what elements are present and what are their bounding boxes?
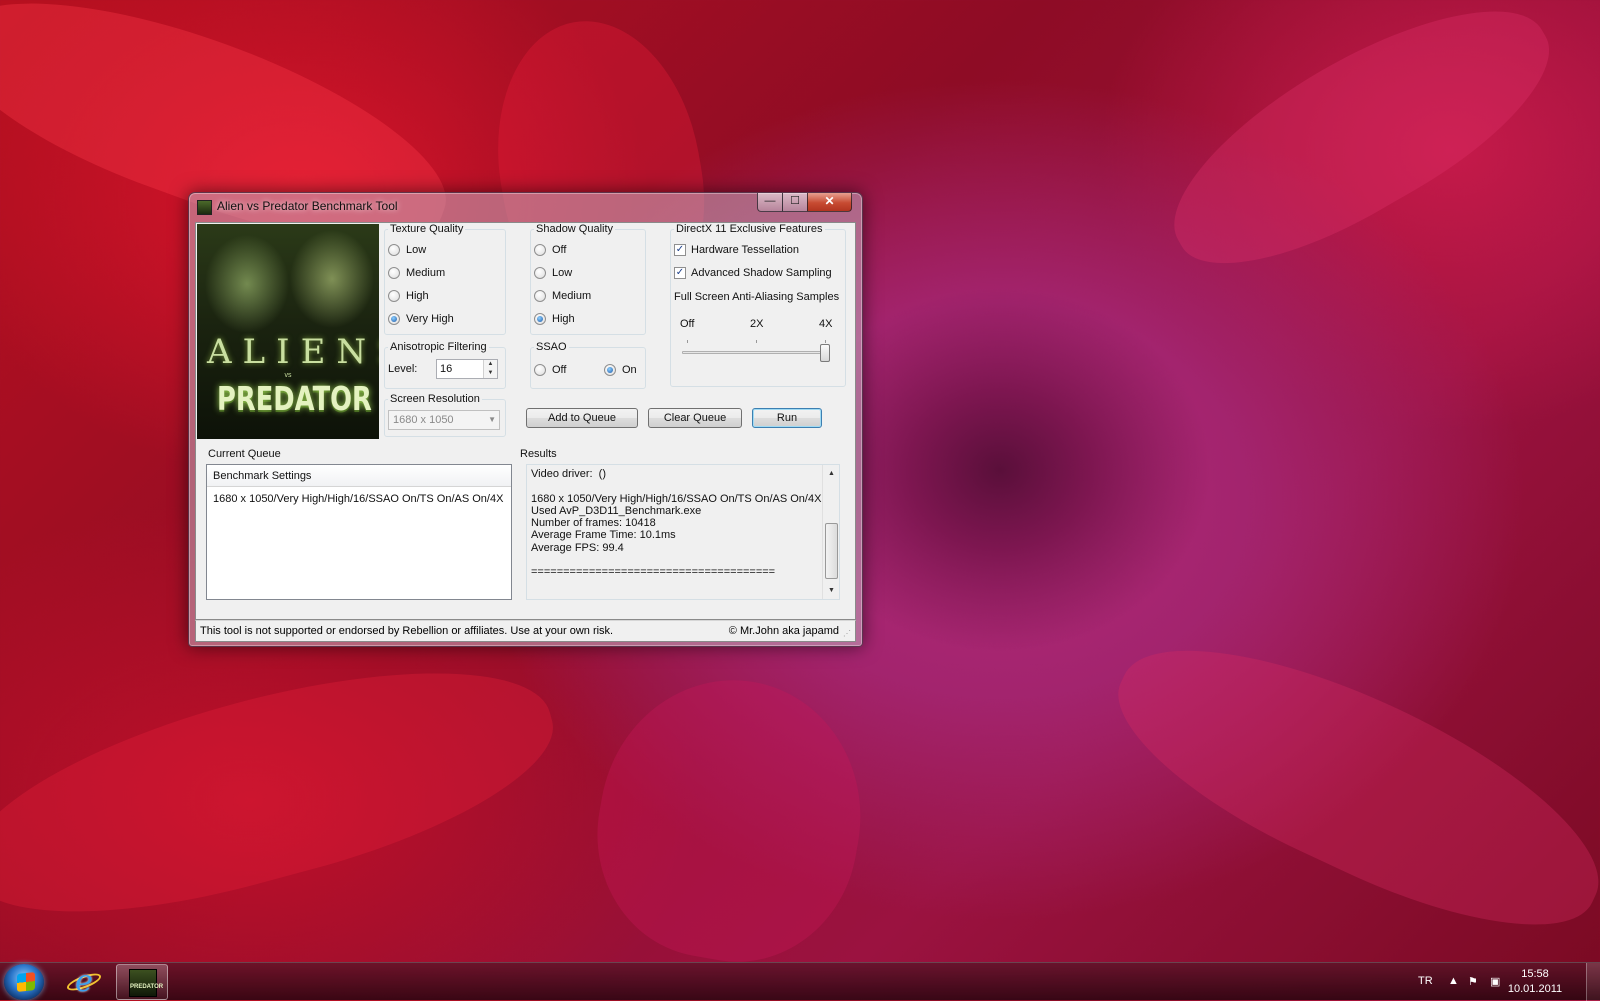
spin-up-icon[interactable]: ▲ [484, 360, 497, 369]
cover-title-vs: vs [284, 372, 292, 379]
radio-indicator [534, 290, 546, 303]
cover-title-predator: PREDATOR [217, 379, 372, 418]
anisotropic-title: Anisotropic Filtering [388, 341, 489, 353]
run-button[interactable]: Run [752, 408, 822, 428]
wallpaper-petal [0, 625, 574, 955]
texture-option-low[interactable]: Low [388, 244, 426, 257]
spinner-buttons: ▲ ▼ [483, 360, 497, 378]
wallpaper-petal [577, 659, 883, 981]
ssao-option-off[interactable]: Off [534, 364, 566, 377]
ssao-option-on[interactable]: On [604, 364, 637, 377]
radio-indicator [388, 244, 400, 257]
shadow-option-off[interactable]: Off [534, 244, 566, 257]
slider-tick [825, 340, 826, 343]
app-icon [197, 200, 212, 215]
hardware-tessellation-checkbox[interactable]: ✓ Hardware Tessellation [674, 244, 799, 257]
scroll-thumb[interactable] [825, 523, 838, 579]
start-button[interactable] [4, 964, 44, 1000]
close-button[interactable]: ✕ [807, 193, 852, 212]
queue-list[interactable]: Benchmark Settings 1680 x 1050/Very High… [206, 464, 512, 600]
shadow-option-low[interactable]: Low [534, 267, 572, 280]
ssao-title: SSAO [534, 341, 569, 353]
texture-option-medium[interactable]: Medium [388, 267, 445, 280]
shadow-option-high[interactable]: High [534, 313, 575, 326]
scroll-down-icon[interactable]: ▼ [823, 582, 840, 599]
results-scrollbar[interactable]: ▲ ▼ [822, 465, 839, 599]
radio-indicator-selected [604, 364, 616, 377]
radio-indicator [534, 364, 546, 377]
resize-grip-icon[interactable]: ⋰ [843, 629, 853, 639]
dx11-features-title: DirectX 11 Exclusive Features [674, 223, 825, 235]
checkbox-checked: ✓ [674, 244, 686, 257]
wallpaper-petal [1088, 598, 1600, 972]
status-bar: This tool is not supported or endorsed b… [195, 620, 856, 642]
fsaa-label: Full Screen Anti-Aliasing Samples [674, 291, 840, 303]
list-item[interactable]: 1680 x 1050/Very High/High/16/SSAO On/TS… [213, 493, 503, 505]
queue-list-header[interactable]: Benchmark Settings [207, 465, 511, 487]
cover-title-aliens: ALIENS [207, 332, 379, 372]
app-thumb-text: PREDATOR [130, 984, 164, 990]
taskbar: e PREDATOR TR ▲ ⚑ ▣ 15:58 10.01.2011 [0, 962, 1600, 1001]
results-text: Video driver: () 1680 x 1050/Very High/H… [531, 468, 822, 579]
windows-logo-icon [17, 972, 35, 992]
anisotropic-level-label: Level: [388, 363, 418, 375]
credit-text: © Mr.John aka japamd [728, 625, 839, 637]
disclaimer-text: This tool is not supported or endorsed b… [200, 625, 614, 637]
clock[interactable]: 15:58 10.01.2011 [1500, 967, 1570, 997]
game-cover-image: ALIENS vs PREDATOR [197, 224, 379, 439]
results-title: Results [520, 448, 557, 460]
radio-indicator [388, 267, 400, 280]
benchmark-window: Alien vs Predator Benchmark Tool — ☐ ✕ A… [188, 192, 863, 647]
fsaa-slider-thumb[interactable] [820, 344, 830, 362]
spin-down-icon[interactable]: ▼ [484, 369, 497, 378]
texture-option-high[interactable]: High [388, 290, 429, 303]
chevron-down-icon: ▼ [488, 415, 496, 424]
spinner-value: 16 [440, 363, 453, 375]
texture-quality-title: Texture Quality [388, 223, 466, 235]
internet-explorer-icon[interactable]: e [68, 967, 100, 997]
tray-expand-icon[interactable]: ▲ [1448, 975, 1459, 987]
language-indicator[interactable]: TR [1418, 975, 1433, 987]
results-textbox[interactable]: Video driver: () 1680 x 1050/Very High/H… [526, 464, 840, 600]
window-title: Alien vs Predator Benchmark Tool [217, 199, 398, 213]
fsaa-slider-track[interactable] [682, 351, 830, 354]
add-to-queue-button[interactable]: Add to Queue [526, 408, 638, 428]
radio-indicator [534, 267, 546, 280]
screen-resolution-dropdown[interactable]: 1680 x 1050 ▼ [388, 410, 500, 430]
current-queue-title: Current Queue [208, 448, 281, 460]
radio-indicator-selected [388, 313, 400, 326]
anisotropic-level-spinner[interactable]: 16 ▲ ▼ [436, 359, 498, 379]
clear-queue-button[interactable]: Clear Queue [648, 408, 742, 428]
radio-indicator [388, 290, 400, 303]
dropdown-value: 1680 x 1050 [393, 414, 454, 426]
radio-indicator-selected [534, 313, 546, 326]
checkbox-checked: ✓ [674, 267, 686, 280]
maximize-button[interactable]: ☐ [782, 193, 808, 212]
screen-resolution-title: Screen Resolution [388, 393, 482, 405]
shadow-option-medium[interactable]: Medium [534, 290, 591, 303]
clock-date: 10.01.2011 [1507, 983, 1563, 995]
benchmark-settings-column: Benchmark Settings [213, 470, 312, 482]
benchmark-app-icon: PREDATOR [129, 969, 164, 997]
taskbar-benchmark-app[interactable]: PREDATOR [116, 964, 168, 1000]
show-desktop-button[interactable] [1586, 963, 1600, 1001]
texture-option-very-high[interactable]: Very High [388, 313, 454, 326]
shadow-quality-title: Shadow Quality [534, 223, 616, 235]
fsaa-tick-2x: 2X [750, 318, 764, 330]
scroll-up-icon[interactable]: ▲ [823, 465, 840, 482]
minimize-button[interactable]: — [757, 193, 783, 212]
clock-time: 15:58 [1521, 968, 1549, 980]
fsaa-tick-4x: 4X [819, 318, 833, 330]
action-center-flag-icon[interactable]: ⚑ [1468, 975, 1478, 988]
slider-tick [756, 340, 757, 343]
window-client: ALIENS vs PREDATOR Texture Quality Low M… [195, 222, 856, 620]
network-icon[interactable]: ▣ [1490, 975, 1500, 988]
radio-indicator [534, 244, 546, 257]
advanced-shadow-sampling-checkbox[interactable]: ✓ Advanced Shadow Sampling [674, 267, 832, 280]
wallpaper-petal [1140, 0, 1580, 305]
fsaa-tick-off: Off [680, 318, 695, 330]
slider-tick [687, 340, 688, 343]
